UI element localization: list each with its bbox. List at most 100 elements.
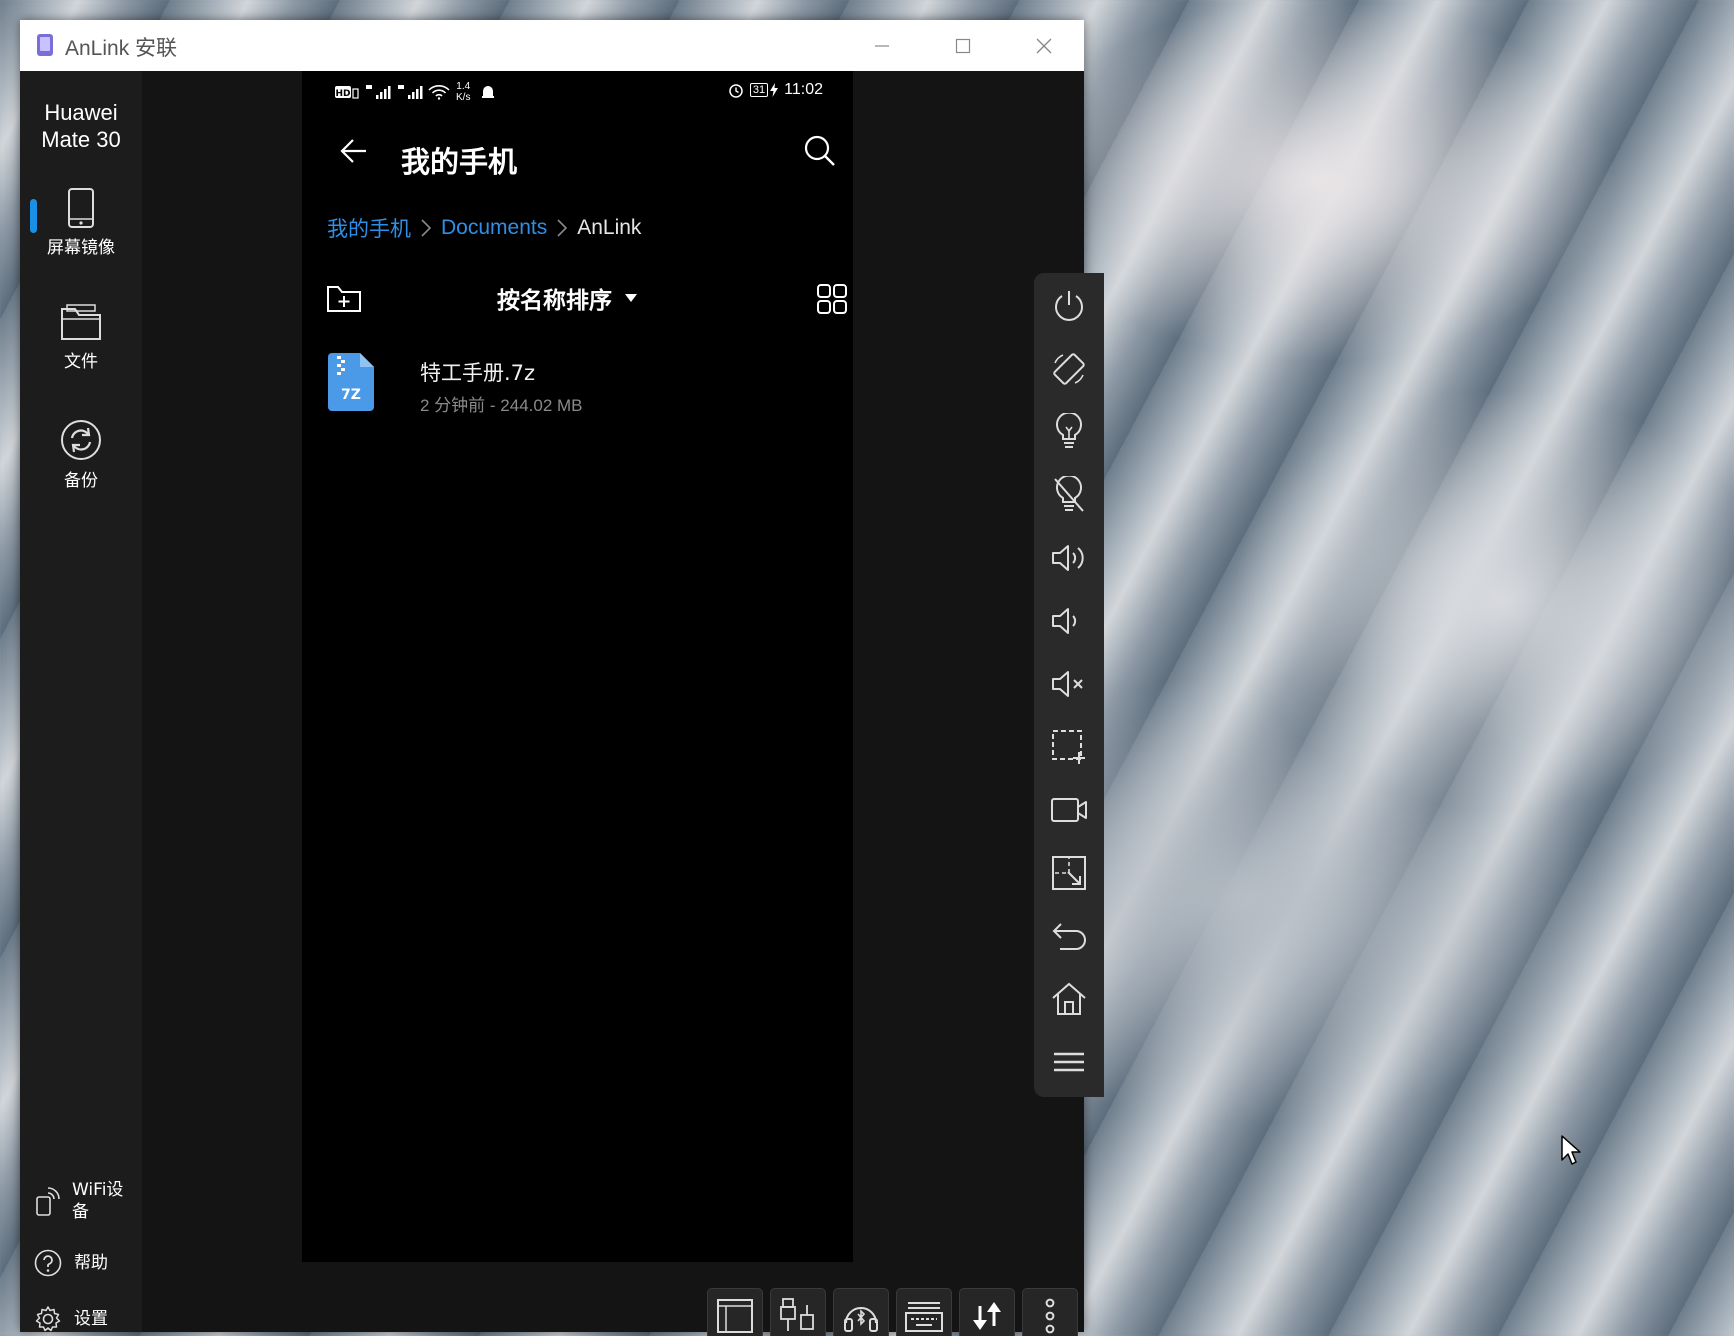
sync-icon <box>61 420 101 460</box>
record-icon <box>1051 798 1087 822</box>
volume-up-button[interactable] <box>1046 535 1092 581</box>
layout-toggle-button[interactable] <box>707 1288 763 1336</box>
minimize-button[interactable] <box>842 20 922 71</box>
new-folder-button[interactable] <box>324 279 364 319</box>
power-button[interactable] <box>1046 283 1092 329</box>
more-options-button[interactable] <box>1022 1288 1078 1336</box>
svg-text:HD: HD <box>335 89 350 99</box>
status-bar-right: 31 11:02 <box>728 81 823 99</box>
android-menu-button[interactable] <box>1046 1039 1092 1085</box>
close-button[interactable] <box>1004 20 1084 71</box>
rotate-screen-button[interactable] <box>1046 346 1092 392</box>
audio-button[interactable] <box>833 1288 889 1336</box>
breadcrumb: 我的手机 Documents AnLink <box>327 213 641 243</box>
android-home-button[interactable] <box>1046 976 1092 1022</box>
transfer-icon <box>973 1302 1001 1330</box>
page-title: 我的手机 <box>401 145 518 179</box>
screen-off-button[interactable] <box>1046 472 1092 518</box>
wifi-device-label: WiFi设 备 <box>72 1180 124 1222</box>
usb-connection-button[interactable] <box>770 1288 826 1336</box>
alarm-icon <box>729 84 743 98</box>
file-list-item[interactable]: 7Z 特工手册.7z 2 分钟前 - 244.02 MB <box>326 351 826 431</box>
device-name: Huawei Mate 30 <box>41 100 121 152</box>
device-control-toolbar <box>1034 273 1104 1097</box>
sidebar-item-backup[interactable]: 备份 <box>20 418 142 491</box>
back-icon <box>1052 923 1086 950</box>
status-time: 11:02 <box>784 81 823 98</box>
mouse-cursor-icon <box>1561 1135 1581 1165</box>
settings-button[interactable]: 设置 <box>34 1305 108 1333</box>
caret-down-icon <box>625 294 637 302</box>
search-button[interactable] <box>800 131 840 171</box>
headset-icon <box>844 1307 878 1332</box>
breadcrumb-item-my-phone[interactable]: 我的手机 <box>327 213 411 243</box>
screenshot-icon <box>1052 730 1085 764</box>
search-icon <box>804 135 835 166</box>
sidebar-item-files[interactable]: 文件 <box>20 303 142 372</box>
notification-bell-icon <box>482 86 495 98</box>
chevron-right-icon <box>421 219 431 237</box>
title-bar[interactable]: AnLink 安联 <box>20 20 1084 71</box>
chevron-right-icon <box>557 219 568 237</box>
help-label: 帮助 <box>74 1253 108 1273</box>
volume-down-button[interactable] <box>1046 598 1092 644</box>
maximize-button[interactable] <box>923 20 1003 71</box>
arrow-left-icon <box>340 139 366 163</box>
grid-view-icon <box>817 284 847 314</box>
breadcrumb-current: AnLink <box>577 216 642 239</box>
network-speed: 1.4 K/s <box>456 81 471 103</box>
grid-view-button[interactable] <box>812 279 852 319</box>
sidebar-item-label: 文件 <box>64 352 98 372</box>
file-transfer-button[interactable] <box>959 1288 1015 1336</box>
app-logo-icon <box>37 34 53 56</box>
phone-icon <box>68 188 94 228</box>
gear-icon <box>35 1306 61 1332</box>
hd-icon: HD <box>335 86 359 99</box>
keyboard-button[interactable] <box>896 1288 952 1336</box>
archive-file-icon: 7Z <box>328 353 374 411</box>
maximize-icon <box>955 38 971 53</box>
mute-icon <box>1052 671 1083 697</box>
layout-icon <box>717 1299 753 1333</box>
file-meta: 2 分钟前 - 244.02 MB <box>420 396 583 415</box>
sidebar: Huawei Mate 30 屏幕镜像 文件 备份 WiFi设 备 帮助 设置 <box>20 71 142 1332</box>
file-name: 特工手册.7z <box>420 361 536 385</box>
file-type-badge: 7Z <box>341 387 361 403</box>
wifi-icon <box>428 85 450 100</box>
phone-mirror-screen[interactable]: HD 1.4 K/s 31 11:02 我的手机 我的手机 Documents … <box>302 71 853 1262</box>
keyboard-icon <box>905 1302 943 1332</box>
sort-label: 按名称排序 <box>497 288 612 314</box>
status-bar-left: HD 1.4 K/s <box>334 81 496 103</box>
minimize-icon <box>875 44 889 47</box>
light-on-icon <box>1056 413 1082 448</box>
menu-icon <box>1054 1052 1084 1072</box>
crop-icon <box>1052 856 1086 890</box>
help-button[interactable]: 帮助 <box>34 1249 108 1277</box>
breadcrumb-item-documents[interactable]: Documents <box>441 216 547 240</box>
screen-record-button[interactable] <box>1046 787 1092 833</box>
screen-on-button[interactable] <box>1046 409 1092 455</box>
signal-icon <box>398 85 423 99</box>
screenshot-button[interactable] <box>1046 724 1092 770</box>
power-icon <box>1055 291 1083 321</box>
wifi-device-button[interactable]: WiFi设 备 <box>34 1179 123 1223</box>
volume-up-icon <box>1052 545 1084 571</box>
settings-label: 设置 <box>74 1309 108 1329</box>
mute-button[interactable] <box>1046 661 1092 707</box>
sidebar-item-screen-mirror[interactable]: 屏幕镜像 <box>20 187 142 258</box>
new-folder-icon <box>327 286 361 312</box>
back-button[interactable] <box>334 131 374 171</box>
usb-icon <box>780 1298 814 1331</box>
region-capture-button[interactable] <box>1046 850 1092 896</box>
help-icon <box>34 1249 62 1277</box>
sidebar-item-label: 屏幕镜像 <box>47 238 115 258</box>
home-icon <box>1052 982 1086 1015</box>
signal-icon <box>366 85 391 99</box>
sort-dropdown[interactable]: 按名称排序 <box>497 281 638 315</box>
app-window: AnLink 安联 Huawei Mate 30 屏幕镜像 文件 备份 WiFi… <box>20 20 1104 1336</box>
android-back-button[interactable] <box>1046 913 1092 959</box>
window-title: AnLink 安联 <box>65 37 178 60</box>
close-icon <box>1036 38 1052 53</box>
folder-icon <box>61 304 101 340</box>
battery-indicator: 31 <box>749 83 769 97</box>
